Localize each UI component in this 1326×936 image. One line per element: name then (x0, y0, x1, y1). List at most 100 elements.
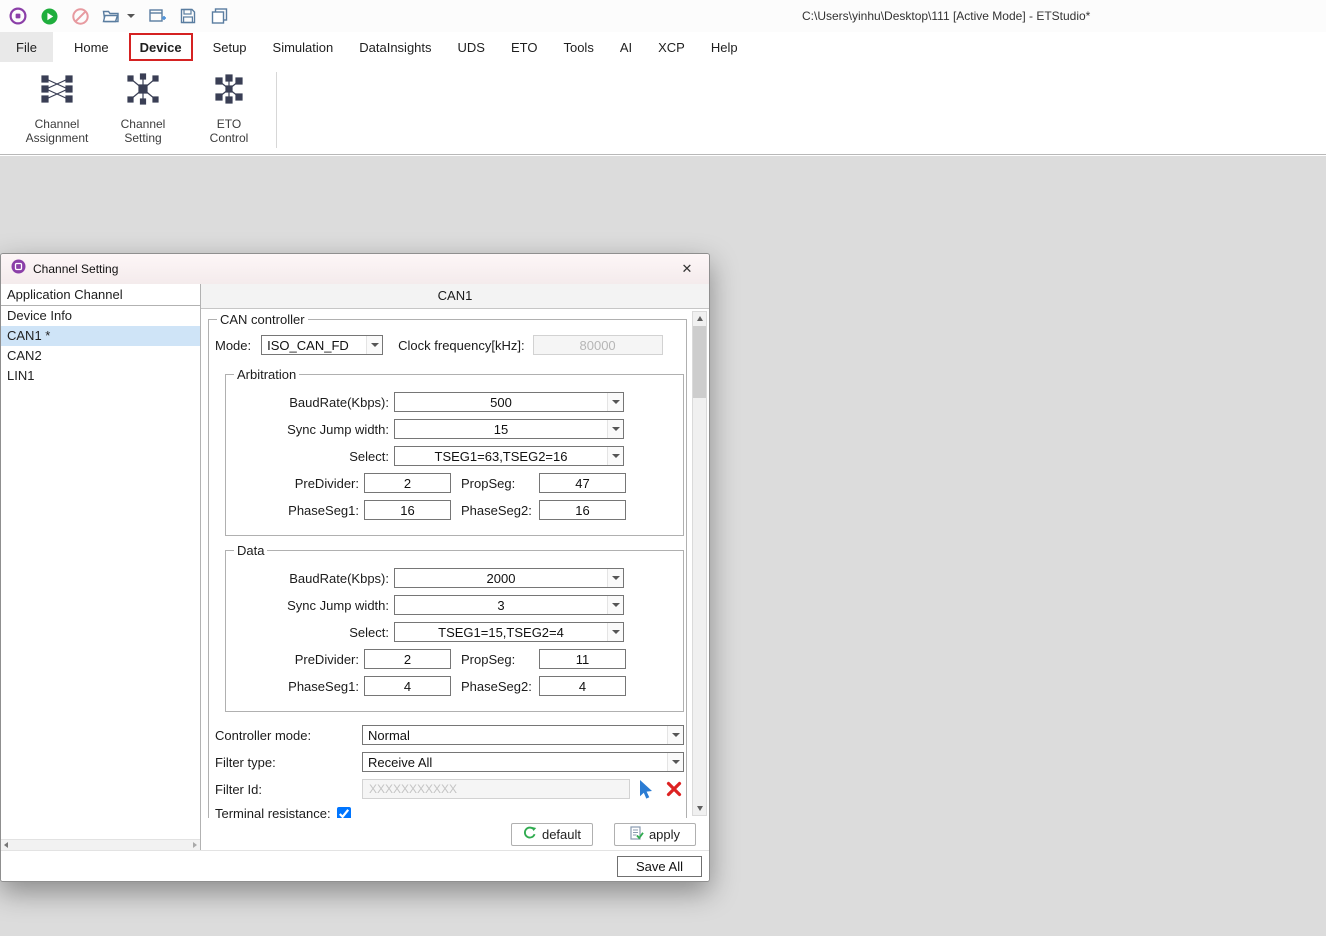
settings-panel: CAN1 CAN controller Mode: ISO_CAN_FD (201, 284, 709, 850)
arb-predivider-label: PreDivider: (226, 476, 359, 491)
arb-phaseseg2-input[interactable] (539, 500, 626, 520)
window-title: C:\Users\yinhu\Desktop\111 [Active Mode]… (802, 9, 1090, 23)
new-window-icon[interactable] (148, 7, 166, 25)
dialog-title: Channel Setting (33, 262, 118, 276)
data-baudrate-select[interactable]: 2000 (394, 568, 624, 588)
scroll-right-icon[interactable] (193, 842, 197, 848)
filter-type-label: Filter type: (215, 755, 362, 770)
scrollbar-thumb[interactable] (693, 326, 706, 398)
data-phaseseg2-input[interactable] (539, 676, 626, 696)
mode-select[interactable]: ISO_CAN_FD (261, 335, 383, 355)
chevron-down-icon (607, 569, 623, 587)
apply-button[interactable]: apply (614, 823, 696, 846)
menu-tools[interactable]: Tools (550, 32, 606, 62)
data-baudrate-label: BaudRate(Kbps): (226, 571, 389, 586)
channel-setting-button[interactable]: ChannelSetting (100, 62, 186, 154)
data-phaseseg1-label: PhaseSeg1: (226, 679, 359, 694)
list-item-can1[interactable]: CAN1 * (1, 326, 200, 346)
data-phaseseg2-label: PhaseSeg2: (461, 679, 539, 694)
data-sync-select[interactable]: 3 (394, 595, 624, 615)
stop-icon[interactable] (71, 7, 89, 25)
data-phaseseg1-input[interactable] (364, 676, 451, 696)
arb-select-label: Select: (226, 449, 389, 464)
terminal-resistance-checkbox[interactable] (337, 807, 351, 819)
eto-control-button[interactable]: ETOControl (186, 62, 272, 154)
arb-sync-label: Sync Jump width: (226, 422, 389, 437)
channel-setting-icon (126, 73, 160, 110)
arb-baudrate-label: BaudRate(Kbps): (226, 395, 389, 410)
scroll-up-icon[interactable] (697, 312, 703, 325)
chevron-down-icon (607, 393, 623, 411)
menu-xcp[interactable]: XCP (645, 32, 698, 62)
chevron-down-icon (607, 420, 623, 438)
menu-file[interactable]: File (0, 32, 53, 62)
ribbon-separator (276, 72, 277, 148)
filter-type-select[interactable]: Receive All (362, 752, 684, 772)
save-all-button[interactable]: Save All (617, 856, 702, 877)
filter-id-label: Filter Id: (215, 782, 362, 797)
vertical-scrollbar[interactable] (692, 311, 707, 816)
app-logo-icon (9, 7, 27, 25)
clear-filter-icon[interactable] (664, 779, 684, 799)
chevron-down-icon (667, 753, 683, 771)
arb-phaseseg1-input[interactable] (364, 500, 451, 520)
filter-id-input (362, 779, 630, 799)
channel-assignment-button[interactable]: ChannelAssignment (14, 62, 100, 154)
scroll-down-icon[interactable] (697, 802, 703, 815)
dialog-titlebar[interactable]: Channel Setting ✕ (1, 254, 709, 284)
chevron-down-icon (607, 623, 623, 641)
data-propseg-input[interactable] (539, 649, 626, 669)
chevron-down-icon (667, 726, 683, 744)
ribbon-device-tab: ChannelAssignment ChannelSetting (0, 62, 1326, 155)
arb-phaseseg1-label: PhaseSeg1: (226, 503, 359, 518)
open-dropdown-caret-icon[interactable] (127, 7, 135, 25)
save-icon[interactable] (179, 7, 197, 25)
dialog-logo-icon (11, 259, 26, 279)
arb-propseg-input[interactable] (539, 473, 626, 493)
list-item-device-info[interactable]: Device Info (1, 306, 200, 326)
controller-mode-select[interactable]: Normal (362, 725, 684, 745)
workspace-background: Channel Setting ✕ Application Channel De… (0, 156, 1326, 936)
data-tseg-select[interactable]: TSEG1=15,TSEG2=4 (394, 622, 624, 642)
dialog-bottom-bar: Save All (1, 850, 709, 881)
arb-sync-select[interactable]: 15 (394, 419, 624, 439)
apply-form-icon (630, 826, 644, 843)
list-item-can2[interactable]: CAN2 (1, 346, 200, 366)
menu-help[interactable]: Help (698, 32, 751, 62)
open-folder-icon[interactable] (102, 7, 120, 25)
menu-eto[interactable]: ETO (498, 32, 551, 62)
pick-filter-pointer-icon[interactable] (637, 779, 657, 799)
data-propseg-label: PropSeg: (461, 652, 539, 667)
clock-frequency-input (533, 335, 663, 355)
arbitration-group: Arbitration BaudRate(Kbps): 500 Sy (225, 374, 684, 536)
menu-simulation[interactable]: Simulation (260, 32, 347, 62)
save-all-icon[interactable] (210, 7, 228, 25)
chevron-down-icon (607, 596, 623, 614)
menu-ai[interactable]: AI (607, 32, 645, 62)
panel-buttons-row: default apply (201, 818, 709, 850)
data-group: Data BaudRate(Kbps): 2000 Sync Jum (225, 550, 684, 712)
menubar: File Home Device Setup Simulation DataIn… (0, 32, 1326, 62)
close-icon[interactable]: ✕ (665, 254, 709, 284)
menu-datainsights[interactable]: DataInsights (346, 32, 444, 62)
arb-predivider-input[interactable] (364, 473, 451, 493)
scroll-left-icon[interactable] (4, 842, 8, 848)
menu-setup[interactable]: Setup (200, 32, 260, 62)
menu-uds[interactable]: UDS (445, 32, 498, 62)
controller-mode-label: Controller mode: (215, 728, 362, 743)
refresh-icon (523, 826, 537, 843)
data-select-label: Select: (226, 625, 389, 640)
arb-tseg-select[interactable]: TSEG1=63,TSEG2=16 (394, 446, 624, 466)
menu-home[interactable]: Home (61, 32, 122, 62)
chevron-down-icon (366, 336, 382, 354)
eto-control-icon (212, 73, 246, 110)
data-predivider-input[interactable] (364, 649, 451, 669)
default-button[interactable]: default (511, 823, 593, 846)
horizontal-scrollbar[interactable] (1, 839, 200, 850)
run-icon[interactable] (40, 7, 58, 25)
clock-frequency-label: Clock frequency[kHz]: (398, 338, 524, 353)
arb-baudrate-select[interactable]: 500 (394, 392, 624, 412)
arb-propseg-label: PropSeg: (461, 476, 539, 491)
list-item-lin1[interactable]: LIN1 (1, 366, 200, 386)
menu-device[interactable]: Device (129, 33, 193, 61)
